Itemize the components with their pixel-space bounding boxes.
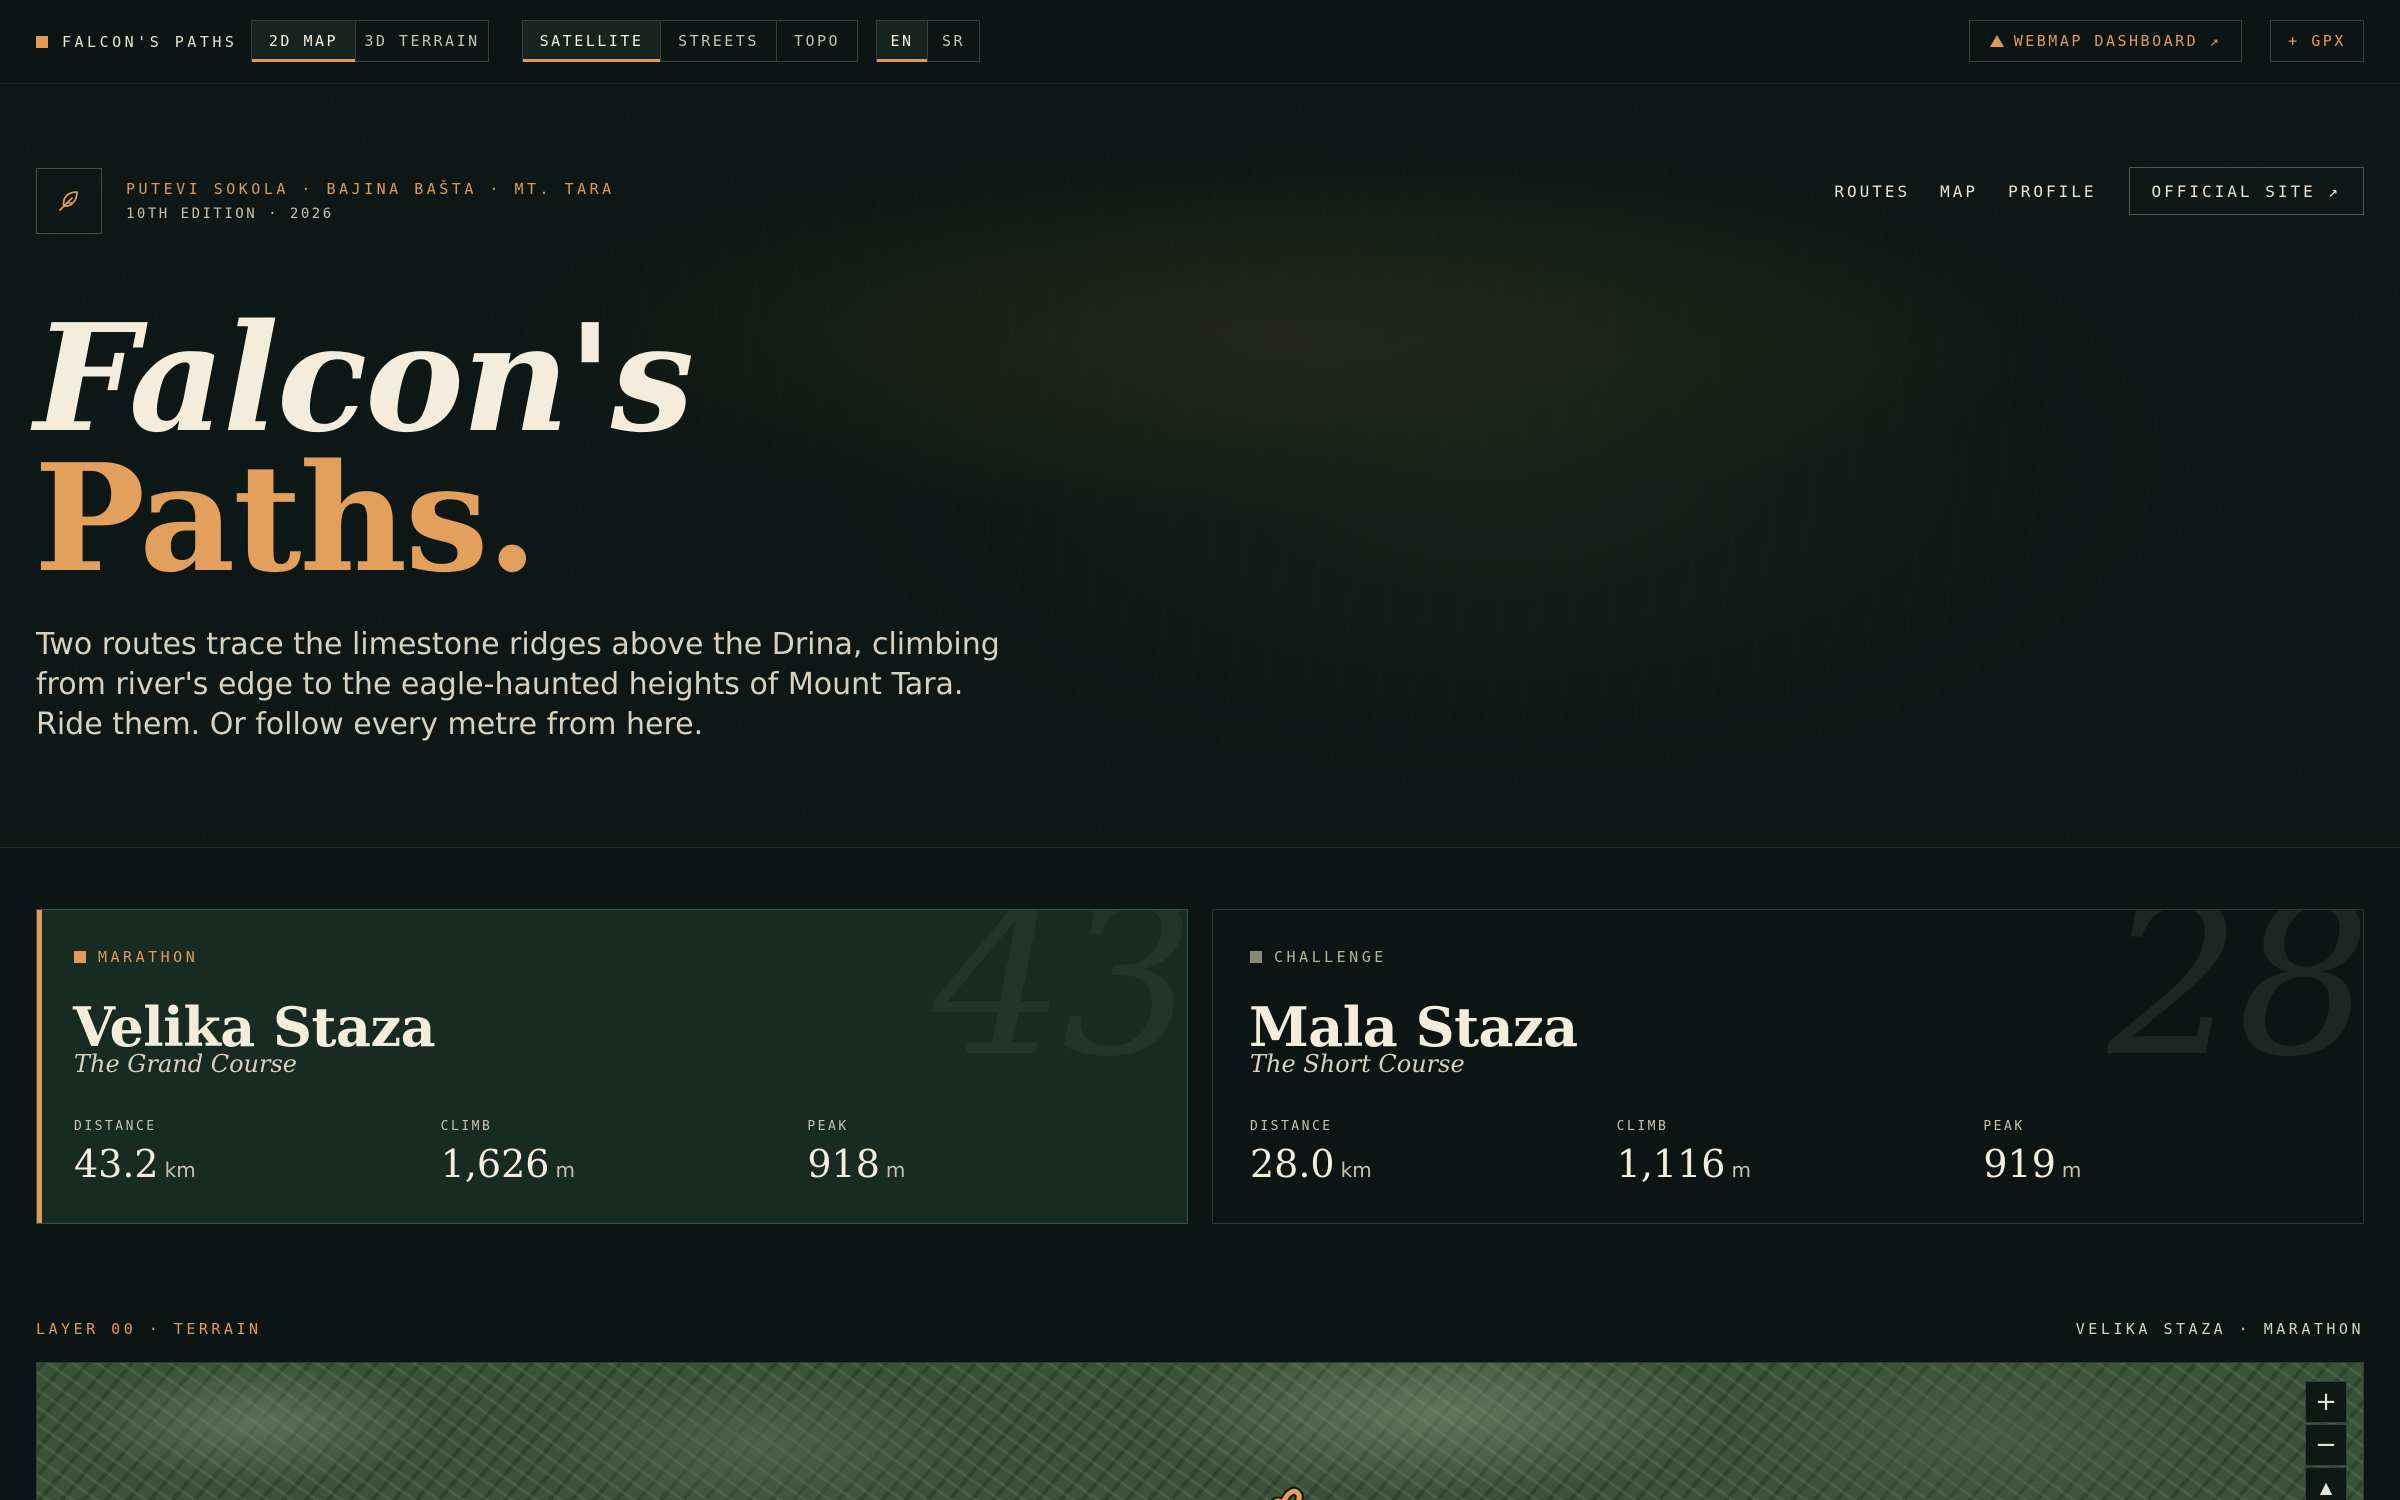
route-subtitle: The Short Course (1250, 1050, 1465, 1078)
zoom-in-button[interactable]: + (2305, 1381, 2347, 1423)
stat-peak: PEAK 918 m (807, 1119, 1174, 1186)
route-card-mala-staza[interactable]: 28 CHALLENGE Mala Staza The Short Course… (1212, 909, 2364, 1224)
add-gpx-button[interactable]: + GPX (2270, 20, 2364, 62)
stat-value-wrap: 28.0 km (1250, 1142, 1617, 1186)
stat-unit: m (555, 1158, 575, 1182)
stat-label: DISTANCE (1250, 1119, 1333, 1134)
route-stats: DISTANCE 28.0 km CLIMB 1,116 m PEAK 919 m (1250, 1119, 2350, 1186)
stat-unit: km (1340, 1158, 1372, 1182)
stat-climb: CLIMB 1,626 m (441, 1119, 808, 1186)
basemap-topo-button[interactable]: TOPO (777, 21, 857, 61)
hero-title-line2: Paths. (34, 431, 538, 605)
stat-value-wrap: 919 m (1983, 1142, 2350, 1186)
triangle-icon (1989, 35, 2004, 47)
route-tag: CHALLENGE (1250, 948, 1387, 966)
stat-value: 918 (807, 1142, 880, 1186)
hero: PUTEVI SOKOLA · BAJINA BAŠTA · MT. TARA … (0, 85, 2400, 848)
basemap-toggle: SATELLITE STREETS TOPO (522, 20, 858, 62)
brand-label: FALCON'S PATHS (62, 33, 238, 51)
hero-eyebrow: PUTEVI SOKOLA · BAJINA BAŠTA · MT. TARA (126, 180, 615, 198)
stat-label: PEAK (807, 1119, 849, 1134)
hero-edition: 10TH EDITION · 2026 (126, 206, 334, 222)
basemap-streets-button[interactable]: STREETS (661, 21, 777, 61)
stat-climb: CLIMB 1,116 m (1617, 1119, 1984, 1186)
stat-value: 28.0 (1250, 1142, 1335, 1186)
stat-unit: km (164, 1158, 196, 1182)
stat-value-wrap: 918 m (807, 1142, 1174, 1186)
stat-value-wrap: 43.2 km (74, 1142, 441, 1186)
stat-value: 1,626 (440, 1142, 550, 1186)
route-tag-label: MARATHON (98, 948, 199, 966)
language-sr-button[interactable]: SR (928, 21, 979, 61)
route-tag: MARATHON (74, 948, 198, 966)
stat-unit: m (1731, 1158, 1751, 1182)
stat-label: CLIMB (1616, 1119, 1669, 1134)
route-stats: DISTANCE 43.2 km CLIMB 1,626 m PEAK 918 m (74, 1119, 1174, 1186)
stat-value-wrap: 1,626 m (441, 1142, 808, 1186)
satellite-map[interactable]: + − ▲ (36, 1362, 2364, 1500)
stat-peak: PEAK 919 m (1983, 1119, 2350, 1186)
webmap-dashboard-label: WEBMAP DASHBOARD ↗ (2013, 32, 2222, 50)
stat-unit: m (2061, 1158, 2082, 1182)
map-route-label: VELIKA STAZA · MARATHON (2075, 1320, 2364, 1338)
stat-label: PEAK (1983, 1119, 2025, 1134)
route-tag-label: CHALLENGE (1274, 948, 1387, 966)
nav-map-link[interactable]: MAP (1940, 182, 1978, 201)
stat-distance: DISTANCE 43.2 km (74, 1119, 441, 1186)
view-3d-terrain-button[interactable]: 3D TERRAIN (356, 21, 488, 61)
route-card-velika-staza[interactable]: 43 MARATHON Velika Staza The Grand Cours… (36, 909, 1188, 1224)
route-number: 43 (931, 909, 1188, 1103)
view-mode-toggle: 2D MAP 3D TERRAIN (251, 20, 489, 62)
tag-square-icon (1250, 951, 1262, 963)
language-toggle: EN SR (876, 20, 980, 62)
stat-value: 43.2 (74, 1142, 159, 1186)
stat-value: 919 (1983, 1142, 2056, 1186)
reset-north-button[interactable]: ▲ (2305, 1467, 2347, 1500)
brand[interactable]: FALCON'S PATHS (36, 30, 237, 54)
view-2d-map-button[interactable]: 2D MAP (252, 21, 356, 62)
language-en-button[interactable]: EN (877, 21, 928, 62)
stat-value: 1,116 (1616, 1142, 1726, 1186)
nav-profile-link[interactable]: PROFILE (2008, 182, 2096, 201)
route-start-marker-icon[interactable] (1265, 1473, 1311, 1500)
official-site-button[interactable]: OFFICIAL SITE ↗ (2128, 167, 2364, 215)
stat-label: CLIMB (440, 1119, 493, 1134)
stat-distance: DISTANCE 28.0 km (1250, 1119, 1617, 1186)
route-number: 28 (2107, 909, 2364, 1103)
hero-nav: ROUTES MAP PROFILE OFFICIAL SITE ↗ (1834, 167, 2364, 215)
brand-square-icon (36, 36, 48, 48)
nav-routes-link[interactable]: ROUTES (1834, 182, 1910, 201)
stat-value-wrap: 1,116 m (1617, 1142, 1984, 1186)
logo[interactable] (36, 168, 102, 234)
stat-unit: m (885, 1158, 906, 1182)
basemap-satellite-button[interactable]: SATELLITE (523, 21, 661, 62)
webmap-dashboard-button[interactable]: WEBMAP DASHBOARD ↗ (1969, 20, 2242, 62)
top-toolbar: FALCON'S PATHS 2D MAP 3D TERRAIN SATELLI… (0, 0, 2400, 84)
tag-square-icon (74, 951, 86, 963)
zoom-out-button[interactable]: − (2305, 1424, 2347, 1466)
stat-label: DISTANCE (74, 1119, 157, 1134)
hero-lede: Two routes trace the limestone ridges ab… (36, 627, 1000, 742)
map-layer-label: LAYER 00 · TERRAIN (36, 1320, 262, 1338)
route-subtitle: The Grand Course (74, 1050, 297, 1078)
feather-icon (59, 191, 78, 211)
